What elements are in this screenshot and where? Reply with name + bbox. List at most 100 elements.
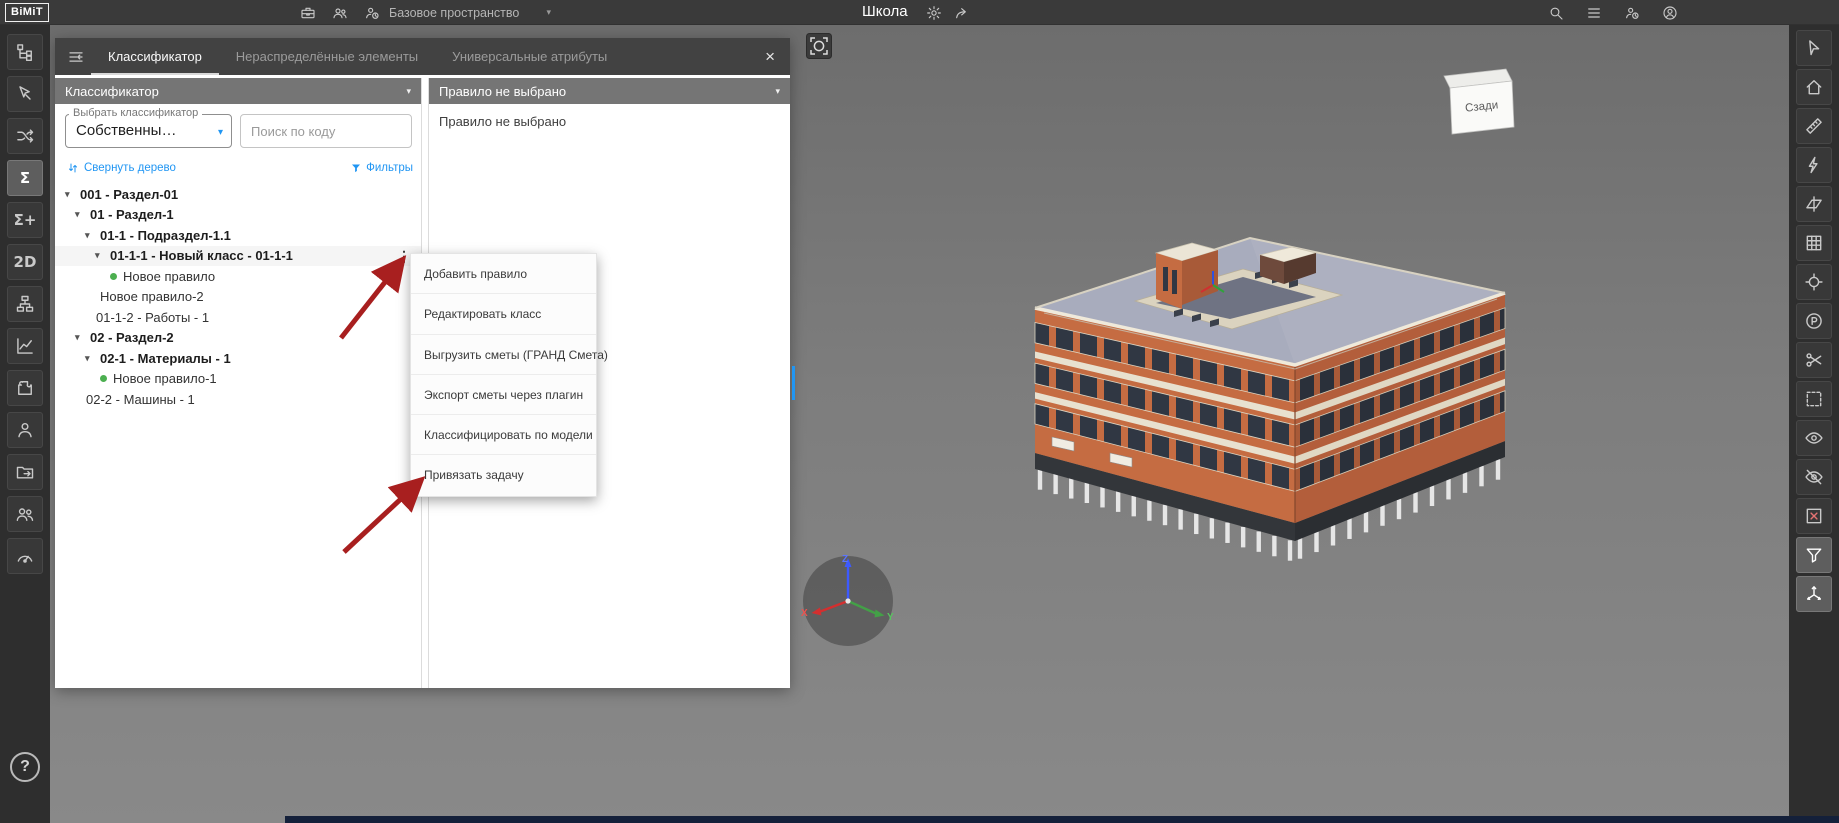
tree-item[interactable]: ▾ 02-1 - Материалы - 1: [55, 348, 421, 369]
view-clear-selection[interactable]: [1796, 498, 1832, 534]
rule-header-label: Правило не выбрано: [439, 83, 567, 99]
tree-item[interactable]: ▾ 01-1-1 - Новый класс - 01-1-1 ⋮: [55, 245, 421, 266]
tab-2[interactable]: Нераспределённые элементы: [219, 38, 435, 75]
rule-header[interactable]: Правило не выбрано ▾: [429, 78, 790, 104]
code-search-input[interactable]: [240, 114, 412, 148]
rule-empty-text: Правило не выбрано: [439, 114, 567, 129]
tool-connections[interactable]: [7, 118, 43, 154]
tool-collaboration[interactable]: [7, 496, 43, 532]
view-properties[interactable]: [1796, 303, 1832, 339]
view-filter[interactable]: [1796, 537, 1832, 573]
search-icon[interactable]: [1548, 5, 1564, 21]
context-menu-item[interactable]: Классифицировать по модели: [411, 415, 596, 456]
classifier-tree: ▾ 001 - Раздел-01 ▾ 01 - Раздел-1 ▾ 01-1 - По…: [55, 184, 421, 688]
context-menu-item[interactable]: Экспорт сметы через плагин: [411, 375, 596, 416]
tool-2d-view[interactable]: 2D: [7, 244, 43, 280]
tree-item-label: 01-1-1 - Новый класс - 01-1-1: [110, 248, 293, 264]
view-clip[interactable]: [1796, 342, 1832, 378]
panel-menu-icon[interactable]: [67, 48, 85, 66]
context-menu-item[interactable]: Редактировать класс: [411, 294, 596, 335]
view-3d-axis[interactable]: [1796, 576, 1832, 612]
help-button[interactable]: ?: [10, 752, 40, 782]
toolbox-icon[interactable]: [300, 5, 316, 21]
workspace-dropdown[interactable]: Базовое пространство ▾: [389, 0, 551, 25]
tree-item-label: 01 - Раздел-1: [90, 207, 174, 223]
tree-item-label: 01-1-2 - Работы - 1: [96, 309, 210, 325]
app-logo: BiMiT: [5, 3, 49, 22]
right-toolbar: [1789, 25, 1839, 823]
tool-dashboard[interactable]: [7, 538, 43, 574]
tab-bar: Классификатор Нераспределённые элементы Ун…: [55, 38, 790, 75]
menu-list-icon[interactable]: [1586, 5, 1602, 21]
tool-classifier[interactable]: Σ: [7, 160, 43, 196]
view-section-plane[interactable]: [1796, 186, 1832, 222]
tree-item[interactable]: 01-1-2 - Работы - 1: [55, 307, 421, 328]
view-show[interactable]: [1796, 420, 1832, 456]
building-model[interactable]: [960, 213, 1520, 583]
account-icon[interactable]: [1662, 5, 1678, 21]
tree-item-label: 001 - Раздел-01: [80, 186, 179, 202]
share-icon[interactable]: [954, 5, 970, 21]
tab-list: Классификатор Нераспределённые элементы Ун…: [91, 38, 624, 75]
chevron-down-icon: ▾: [406, 85, 411, 96]
axis-x-label: X: [801, 608, 808, 619]
tree-actions-row: Свернуть дерево Фильтры: [55, 162, 421, 178]
tree-item[interactable]: ▾ 02 - Раздел-2: [55, 328, 421, 349]
tab-3[interactable]: Универсальные атрибуты: [435, 38, 624, 75]
view-cube[interactable]: Сзади: [1438, 64, 1524, 140]
view-measure[interactable]: [1796, 108, 1832, 144]
focus-mode-icon[interactable]: [806, 33, 832, 59]
filters-link[interactable]: Фильтры: [350, 162, 413, 174]
tool-model-structure[interactable]: [7, 34, 43, 70]
tree-item[interactable]: ▾ 001 - Раздел-01: [55, 184, 421, 205]
chevron-down-icon: ▾: [217, 127, 223, 138]
top-bar: BiMiT Базовое пространство ▾ Школа: [0, 0, 1839, 25]
context-menu-item[interactable]: Привязать задачу: [411, 455, 596, 495]
tool-user[interactable]: [7, 412, 43, 448]
tree-expander-icon[interactable]: ▾: [75, 332, 85, 343]
tool-hierarchy[interactable]: [7, 286, 43, 322]
view-hide[interactable]: [1796, 459, 1832, 495]
tree-expander-icon[interactable]: ▾: [85, 230, 95, 241]
classifier-header[interactable]: Классификатор ▾: [55, 78, 421, 104]
tree-item[interactable]: Новое правило: [55, 266, 421, 287]
tree-item[interactable]: 02-2 - Машины - 1: [55, 389, 421, 410]
tree-item[interactable]: ▾ 01 - Раздел-1: [55, 205, 421, 226]
tab-1[interactable]: Классификатор: [91, 38, 219, 75]
view-section-cut[interactable]: [1796, 147, 1832, 183]
tree-expander-icon[interactable]: ▾: [65, 189, 75, 200]
tree-item[interactable]: Новое правило-1: [55, 369, 421, 390]
classifier-select-value: Собственны…: [76, 122, 177, 139]
tool-analytics[interactable]: [7, 328, 43, 364]
user-clock-icon[interactable]: [1624, 5, 1640, 21]
classifier-column: Классификатор ▾ Выбрать классификатор Со…: [55, 78, 422, 688]
collapse-tree-link[interactable]: Свернуть дерево: [67, 162, 176, 174]
team-icon[interactable]: [332, 5, 348, 21]
nav-gizmo[interactable]: Z X Y: [796, 549, 900, 653]
axis-y-label: Y: [887, 612, 894, 623]
tree-item-label: 02 - Раздел-2: [90, 330, 174, 346]
view-home[interactable]: [1796, 69, 1832, 105]
tool-estimate-add[interactable]: Σ+: [7, 202, 43, 238]
view-select[interactable]: [1796, 30, 1832, 66]
tool-plugins[interactable]: [7, 370, 43, 406]
tree-item-label: 02-1 - Материалы - 1: [100, 350, 231, 366]
tree-item[interactable]: Новое правило-2: [55, 287, 421, 308]
tree-expander-icon[interactable]: ▾: [85, 353, 95, 364]
tree-expander-icon[interactable]: ▾: [75, 209, 85, 220]
tool-share-folder[interactable]: [7, 454, 43, 490]
scrollbar-thumb[interactable]: [792, 366, 795, 400]
tool-select-elements[interactable]: [7, 76, 43, 112]
user-history-icon[interactable]: [364, 5, 380, 21]
close-panel-button[interactable]: ×: [750, 47, 790, 67]
view-grid[interactable]: [1796, 225, 1832, 261]
context-menu-item[interactable]: Выгрузить сметы (ГРАНД Смета): [411, 335, 608, 375]
view-selection-frame[interactable]: [1796, 381, 1832, 417]
tree-item[interactable]: ▾ 01-1 - Подраздел-1.1: [55, 225, 421, 246]
classifier-select[interactable]: Собственны… ▾: [65, 114, 232, 148]
tree-expander-icon[interactable]: ▾: [95, 250, 105, 261]
context-menu-item[interactable]: Добавить правило: [411, 254, 596, 295]
settings-gear-icon[interactable]: [926, 5, 942, 21]
view-locate[interactable]: [1796, 264, 1832, 300]
filter-funnel-icon: [352, 164, 361, 173]
